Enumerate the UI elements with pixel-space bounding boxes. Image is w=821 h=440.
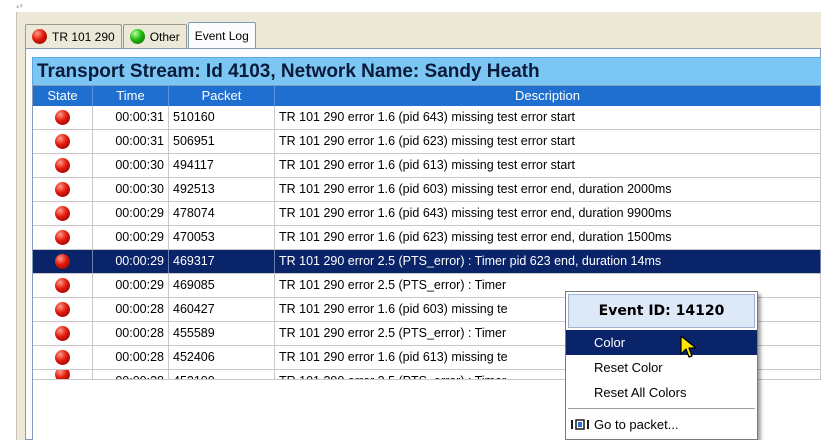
- packet-cell: 470053: [169, 226, 275, 249]
- description-cell: TR 101 290 error 2.5 (PTS_error) : Timer…: [275, 250, 821, 273]
- tab-label: Event Log: [194, 28, 249, 43]
- state-cell: [33, 202, 93, 225]
- error-state-icon: [55, 182, 70, 197]
- time-cell: 00:00:31: [93, 130, 169, 153]
- packet-cell: 469085: [169, 274, 275, 297]
- tab-label: TR 101 290: [52, 29, 115, 44]
- table-row[interactable]: 00:00:29 470053 TR 101 290 error 1.6 (pid …: [33, 226, 821, 250]
- column-header-state[interactable]: State: [33, 86, 93, 106]
- frame-grip: ▴▾: [16, 3, 24, 10]
- mouse-pointer-icon: [680, 335, 697, 358]
- table-row[interactable]: 00:00:31 506951 TR 101 290 error 1.6 (pid …: [33, 130, 821, 154]
- tab-other[interactable]: Other: [122, 24, 187, 48]
- time-cell: 00:00:28: [93, 298, 169, 321]
- state-cell: [33, 370, 93, 379]
- error-state-icon: [55, 134, 70, 149]
- time-cell: 00:00:29: [93, 202, 169, 225]
- menu-item-reset-all-colors[interactable]: Reset All Colors: [566, 380, 757, 405]
- error-state-icon: [55, 206, 70, 221]
- state-cell: [33, 154, 93, 177]
- error-state-icon: [55, 158, 70, 173]
- column-header-description[interactable]: Description: [275, 86, 821, 106]
- red-status-ball-icon: [32, 29, 47, 44]
- state-cell: [33, 274, 93, 297]
- time-cell: 00:00:29: [93, 274, 169, 297]
- time-cell: 00:00:28: [93, 346, 169, 369]
- state-cell: [33, 226, 93, 249]
- tab-strip: TR 101 290 Other Event Log: [25, 22, 257, 48]
- packet-cell: 469317: [169, 250, 275, 273]
- go-to-packet-icon: [571, 419, 589, 430]
- context-menu: Event ID: 14120 Color Reset Color Reset …: [565, 291, 758, 440]
- time-cell: 00:00:29: [93, 250, 169, 273]
- time-cell: 00:00:30: [93, 154, 169, 177]
- error-state-icon: [55, 326, 70, 341]
- description-cell: TR 101 290 error 1.6 (pid 613) missing t…: [275, 154, 821, 177]
- error-state-icon: [55, 110, 70, 125]
- description-cell: TR 101 290 error 1.6 (pid 603) missing t…: [275, 178, 821, 201]
- time-cell: 00:00:28: [93, 370, 169, 379]
- description-cell: TR 101 290 error 1.6 (pid 643) missing t…: [275, 202, 821, 225]
- menu-item-go-to-packet[interactable]: Go to packet...: [566, 412, 757, 437]
- description-cell: TR 101 290 error 1.6 (pid 623) missing t…: [275, 130, 821, 153]
- table-row[interactable]: 00:00:31 510160 TR 101 290 error 1.6 (pid …: [33, 106, 821, 130]
- error-state-icon: [55, 302, 70, 317]
- table-row[interactable]: 00:00:30 492513 TR 101 290 error 1.6 (pid …: [33, 178, 821, 202]
- packet-cell: 455589: [169, 322, 275, 345]
- packet-cell: 510160: [169, 106, 275, 129]
- packet-cell: 452100: [169, 370, 275, 379]
- time-cell: 00:00:28: [93, 322, 169, 345]
- state-cell: [33, 106, 93, 129]
- column-header-packet[interactable]: Packet: [169, 86, 275, 106]
- packet-cell: 506951: [169, 130, 275, 153]
- error-state-icon: [55, 278, 70, 293]
- error-state-icon: [55, 254, 70, 269]
- menu-item-label: Go to packet...: [594, 417, 679, 432]
- state-cell: [33, 346, 93, 369]
- error-state-icon: [55, 370, 70, 379]
- error-state-icon: [55, 230, 70, 245]
- menu-separator: [568, 408, 755, 409]
- description-cell: TR 101 290 error 1.6 (pid 623) missing t…: [275, 226, 821, 249]
- tab-tr101290[interactable]: TR 101 290: [25, 24, 122, 48]
- table-header: State Time Packet Description: [33, 86, 821, 106]
- state-cell: [33, 250, 93, 273]
- state-cell: [33, 298, 93, 321]
- time-cell: 00:00:29: [93, 226, 169, 249]
- table-row[interactable]: 00:00:29 478074 TR 101 290 error 1.6 (pid …: [33, 202, 821, 226]
- tab-event-log[interactable]: Event Log: [187, 22, 256, 48]
- error-state-icon: [55, 350, 70, 365]
- state-cell: [33, 322, 93, 345]
- state-cell: [33, 178, 93, 201]
- table-row[interactable]: 00:00:30 494117 TR 101 290 error 1.6 (pid …: [33, 154, 821, 178]
- time-cell: 00:00:30: [93, 178, 169, 201]
- column-header-time[interactable]: Time: [93, 86, 169, 106]
- menu-item-color[interactable]: Color: [566, 330, 757, 355]
- transport-stream-title: Transport Stream: Id 4103, Network Name:…: [32, 57, 821, 85]
- packet-cell: 452406: [169, 346, 275, 369]
- menu-item-reset-color[interactable]: Reset Color: [566, 355, 757, 380]
- green-status-ball-icon: [129, 29, 145, 44]
- table-row[interactable]: 00:00:29 469317 TR 101 290 error 2.5 (PTS_…: [33, 250, 821, 274]
- state-cell: [33, 130, 93, 153]
- packet-cell: 460427: [169, 298, 275, 321]
- packet-cell: 494117: [169, 154, 275, 177]
- description-cell: TR 101 290 error 1.6 (pid 643) missing t…: [275, 106, 821, 129]
- tab-label: Other: [149, 29, 180, 44]
- context-menu-event-id: Event ID: 14120: [568, 294, 755, 328]
- time-cell: 00:00:31: [93, 106, 169, 129]
- packet-cell: 492513: [169, 178, 275, 201]
- packet-cell: 478074: [169, 202, 275, 225]
